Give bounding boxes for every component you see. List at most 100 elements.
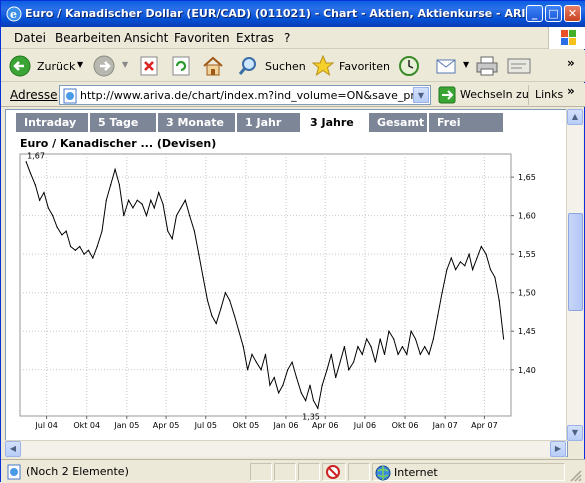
menu-datei[interactable]: Datei <box>14 31 46 45</box>
links-label[interactable]: Links <box>535 88 563 101</box>
menu-extras[interactable]: Extras <box>236 31 274 45</box>
address-bar: Adresse http://www.ariva.de/chart/index.… <box>1 83 585 107</box>
address-url[interactable]: http://www.ariva.de/chart/index.m?ind_vo… <box>80 89 415 102</box>
windows-logo-icon <box>548 27 585 49</box>
vertical-scrollbar[interactable]: ▲ ▼ <box>566 109 583 441</box>
price-point <box>498 299 500 302</box>
search-button-label[interactable]: Suchen <box>265 60 306 73</box>
scroll-left-icon[interactable]: ◀ <box>5 441 21 457</box>
refresh-icon[interactable] <box>171 55 191 77</box>
price-point <box>326 369 328 371</box>
price-point <box>79 245 81 248</box>
maximize-button[interactable]: □ <box>545 5 562 22</box>
price-point <box>388 330 390 332</box>
mail-dropdown-icon[interactable]: ▼ <box>463 60 469 69</box>
price-point <box>65 230 67 232</box>
price-point <box>339 361 341 363</box>
history-icon[interactable] <box>397 54 421 78</box>
price-point <box>83 253 85 255</box>
price-point <box>277 392 280 394</box>
menu-favoriten[interactable]: Favoriten <box>174 31 230 45</box>
price-point <box>127 199 130 201</box>
price-point <box>441 292 443 294</box>
x-tick-label: Apr 06 <box>312 421 339 430</box>
price-point <box>110 184 112 186</box>
x-tick-label: Okt 06 <box>392 421 419 430</box>
price-point <box>455 268 457 271</box>
stop-icon[interactable] <box>139 55 159 77</box>
menu-ansicht[interactable]: Ansicht <box>124 31 168 45</box>
toolbar-overflow-icon[interactable]: » <box>567 56 575 70</box>
go-button-label[interactable]: Wechseln zu <box>460 88 529 101</box>
y-tick-label: 1,60 <box>518 212 536 221</box>
close-button[interactable]: ✕ <box>564 5 581 22</box>
favorites-button-label[interactable]: Favoriten <box>339 60 390 73</box>
menu-help[interactable]: ? <box>284 31 290 45</box>
edit-icon[interactable] <box>506 55 532 77</box>
scroll-right-icon[interactable]: ▶ <box>550 441 566 457</box>
search-icon[interactable] <box>237 55 259 77</box>
price-point <box>167 230 169 232</box>
address-dropdown-icon[interactable]: ▼ <box>413 87 429 103</box>
window-title: Euro / Kanadischer Dollar (EUR/CAD) (011… <box>25 7 525 20</box>
price-point <box>189 215 191 217</box>
price-point <box>162 203 164 205</box>
price-point <box>141 203 143 205</box>
page-icon <box>63 88 77 104</box>
title-bar[interactable]: e Euro / Kanadischer Dollar (EUR/CAD) (0… <box>1 1 585 27</box>
price-point <box>233 315 236 317</box>
price-point <box>260 369 262 371</box>
x-tick-label: Jan 06 <box>272 421 298 430</box>
price-point <box>287 369 289 371</box>
minimize-button[interactable]: _ <box>526 5 543 22</box>
price-point <box>136 199 138 201</box>
scroll-down-icon[interactable]: ▼ <box>567 425 583 441</box>
x-tick-label: Jul 05 <box>194 421 217 430</box>
price-point <box>406 353 408 355</box>
price-point <box>69 245 72 248</box>
y-tick-label: 1,55 <box>518 250 536 259</box>
menu-bearbeiten[interactable]: Bearbeiten <box>55 31 121 45</box>
price-point <box>273 376 275 379</box>
resize-grip-icon[interactable] <box>569 469 583 483</box>
back-arrow-icon[interactable] <box>9 55 31 77</box>
price-point <box>247 369 249 371</box>
forward-dropdown-icon[interactable]: ▼ <box>122 60 128 69</box>
favorites-star-icon[interactable] <box>311 54 335 78</box>
internet-zone-icon <box>375 465 391 481</box>
forward-arrow-icon[interactable] <box>93 55 115 77</box>
price-point <box>269 384 271 386</box>
status-cell-5 <box>348 463 370 481</box>
price-point <box>317 407 319 409</box>
mail-icon[interactable] <box>435 55 461 77</box>
price-point <box>348 369 350 371</box>
horizontal-scrollbar[interactable]: ◀ ▶ <box>5 440 566 457</box>
price-point <box>123 215 125 217</box>
print-icon[interactable] <box>475 55 499 77</box>
price-point <box>52 215 54 217</box>
scroll-up-icon[interactable]: ▲ <box>567 109 583 125</box>
price-point <box>321 384 323 386</box>
price-point <box>489 268 492 271</box>
home-icon[interactable] <box>201 54 225 78</box>
svg-text:e: e <box>10 8 17 21</box>
price-chart: Jul 04 Okt 04 Jan 05 Apr 05 Jul 05 Okt 05 Jan … <box>19 152 536 430</box>
status-bar: (Noch 2 Elemente) Internet <box>1 459 585 483</box>
price-point <box>202 276 204 278</box>
price-point <box>29 172 32 174</box>
back-button-label[interactable]: Zurück <box>37 60 75 73</box>
links-overflow-icon[interactable]: » <box>567 84 575 98</box>
price-point <box>255 361 257 363</box>
price-point <box>132 207 134 209</box>
price-point <box>242 346 244 348</box>
price-point <box>61 234 63 236</box>
address-field[interactable]: http://www.ariva.de/chart/index.m?ind_vo… <box>59 85 431 105</box>
vertical-scroll-thumb[interactable] <box>568 213 583 311</box>
price-point <box>379 338 381 340</box>
back-dropdown-icon[interactable]: ▼ <box>77 60 83 69</box>
go-arrow-icon[interactable] <box>438 86 456 104</box>
price-point <box>502 338 505 340</box>
price-point <box>424 346 426 348</box>
y-tick-label: 1,40 <box>518 366 536 375</box>
x-tick-label: Apr 07 <box>471 421 498 430</box>
